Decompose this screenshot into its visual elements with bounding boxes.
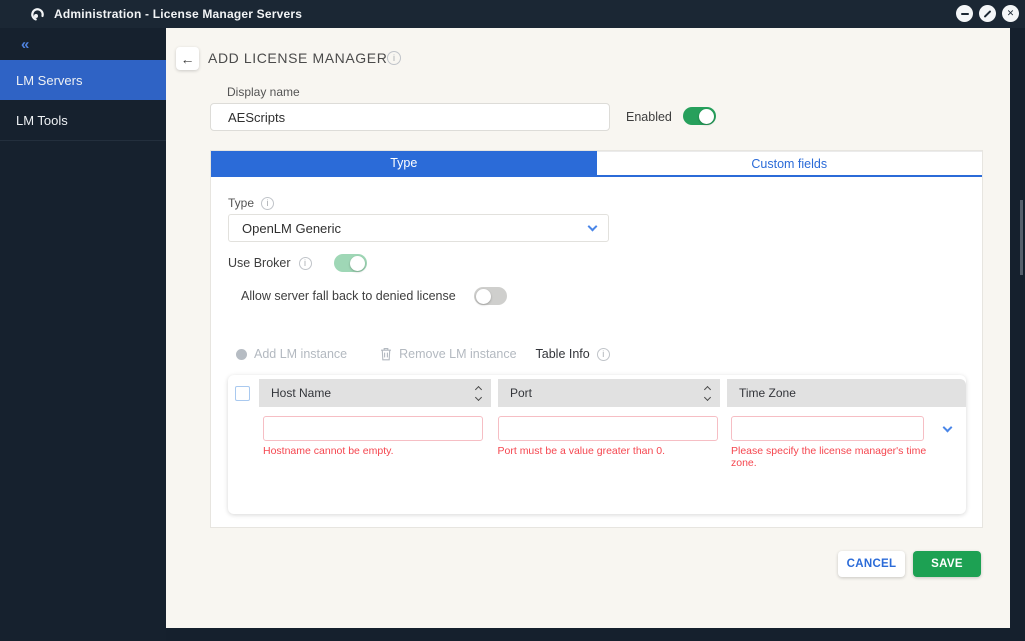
chevron-down-icon <box>587 221 597 232</box>
sidebar-item-lm-tools[interactable]: LM Tools <box>0 100 166 140</box>
main-content: ← ADD LICENSE MANAGER i Display name Ena… <box>166 28 1023 628</box>
tab-type[interactable]: Type <box>211 151 597 175</box>
sidebar-collapse-button[interactable]: « <box>0 28 166 53</box>
host-name-input[interactable] <box>263 416 483 441</box>
use-broker-toggle[interactable] <box>333 254 367 272</box>
cancel-button[interactable]: CANCEL <box>838 551 905 577</box>
enabled-toggle[interactable] <box>683 107 716 125</box>
block-button[interactable] <box>979 5 996 22</box>
enabled-label: Enabled <box>626 110 672 124</box>
scrollbar-thumb[interactable] <box>1020 200 1023 275</box>
column-header-port[interactable]: Port <box>498 379 720 407</box>
title-bar: Administration - License Manager Servers… <box>0 0 1025 28</box>
fallback-toggle[interactable] <box>473 287 507 305</box>
table-info-button[interactable]: Table Info i <box>536 347 610 361</box>
sidebar: « LM Servers LM Tools <box>0 28 166 641</box>
sort-icon[interactable] <box>703 385 712 401</box>
sort-icon[interactable] <box>474 385 483 401</box>
port-error: Port must be a value greater than 0. <box>497 445 666 457</box>
time-zone-dropdown-button[interactable] <box>929 416 966 441</box>
app-logo-icon <box>30 7 45 22</box>
sidebar-item-label: LM Tools <box>16 112 68 128</box>
add-lm-instance-button[interactable]: Add LM instance <box>236 347 347 361</box>
page-title: ADD LICENSE MANAGER <box>208 50 388 66</box>
table-toolbar: Add LM instance Remove LM instance Table… <box>236 347 610 361</box>
add-circle-icon <box>236 348 247 360</box>
sidebar-item-lm-servers[interactable]: LM Servers <box>0 60 166 100</box>
column-header-host-name[interactable]: Host Name <box>259 379 491 407</box>
type-select-value: OpenLM Generic <box>242 220 341 236</box>
type-info-icon[interactable]: i <box>261 196 275 210</box>
type-label: Type <box>228 196 255 210</box>
trash-icon <box>381 348 392 361</box>
chevron-down-icon <box>942 422 953 432</box>
port-input[interactable] <box>497 416 718 441</box>
page-info-icon[interactable]: i <box>387 51 401 65</box>
type-select[interactable]: OpenLM Generic <box>228 214 609 242</box>
host-name-error: Hostname cannot be empty. <box>263 445 394 457</box>
save-button[interactable]: SAVE <box>913 551 981 577</box>
window-title: Administration - License Manager Servers <box>54 7 303 21</box>
block-icon <box>983 9 992 18</box>
remove-lm-instance-button[interactable]: Remove LM instance <box>380 347 517 361</box>
form-panel: Type Custom fields Type i OpenLM Generic… <box>210 150 983 528</box>
time-zone-error: Please specify the license manager's tim… <box>731 445 927 469</box>
minimize-icon <box>960 12 969 15</box>
lm-instance-table: Host Name Port Time Zone Hostname cannot… <box>228 375 966 514</box>
tab-bar: Type Custom fields <box>211 151 982 177</box>
sidebar-item-label: LM Servers <box>16 72 83 88</box>
table-row: Hostname cannot be empty. Port must be a… <box>263 416 966 469</box>
arrow-left-icon: ← <box>180 50 195 67</box>
column-header-time-zone[interactable]: Time Zone <box>727 379 966 407</box>
use-broker-info-icon[interactable]: i <box>298 256 312 270</box>
display-name-input[interactable] <box>210 103 610 131</box>
fallback-label: Allow server fall back to denied license <box>241 289 456 303</box>
use-broker-label: Use Broker <box>228 256 291 270</box>
minimize-button[interactable] <box>956 5 973 22</box>
display-name-label: Display name <box>227 85 300 99</box>
close-icon: ✕ <box>1006 8 1015 18</box>
tab-custom-fields[interactable]: Custom fields <box>596 151 982 175</box>
sidebar-divider <box>0 140 166 141</box>
table-info-icon: i <box>596 347 610 361</box>
close-button[interactable]: ✕ <box>1002 5 1019 22</box>
select-all-checkbox[interactable] <box>235 386 250 401</box>
table-header-row: Host Name Port Time Zone <box>259 379 966 407</box>
time-zone-select[interactable] <box>731 416 924 441</box>
back-button[interactable]: ← <box>176 47 199 70</box>
